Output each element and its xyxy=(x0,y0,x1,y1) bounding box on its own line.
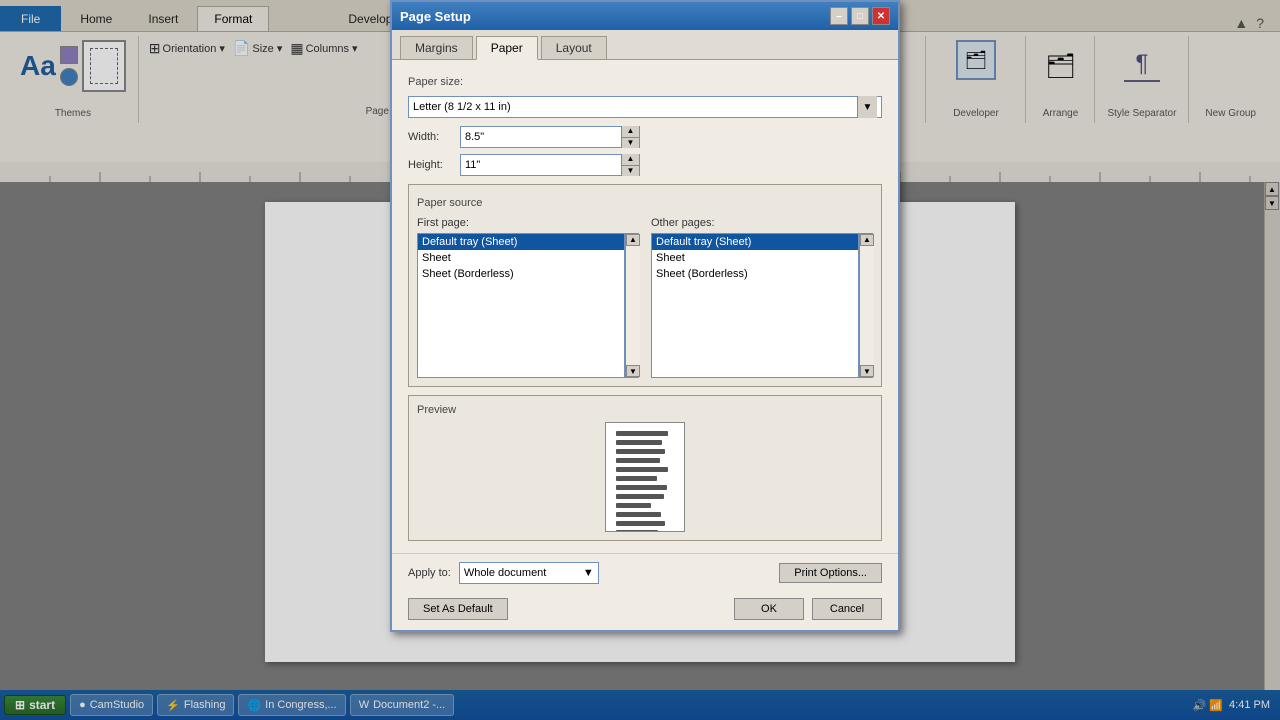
width-label: Width: xyxy=(408,131,452,143)
first-page-scroll-thumb xyxy=(626,246,640,365)
preview-line-11 xyxy=(616,521,665,526)
preview-line-12 xyxy=(616,530,658,532)
width-value[interactable]: 8.5" xyxy=(461,131,621,143)
dialog-title-buttons: – □ ✕ xyxy=(830,7,890,25)
tab-paper[interactable]: Paper xyxy=(476,36,538,60)
preview-page xyxy=(605,422,685,532)
first-page-item-1[interactable]: Sheet xyxy=(418,250,624,266)
preview-line-6 xyxy=(616,476,657,481)
width-spin-up[interactable]: ▲ xyxy=(622,126,639,138)
other-pages-label: Other pages: xyxy=(651,217,873,229)
first-page-label: First page: xyxy=(417,217,639,229)
preview-label: Preview xyxy=(417,404,873,416)
other-pages-scroll-down[interactable]: ▼ xyxy=(860,365,874,377)
first-page-item-2[interactable]: Sheet (Borderless) xyxy=(418,266,624,282)
height-spin-buttons: ▲ ▼ xyxy=(621,154,639,176)
dialog-title: Page Setup xyxy=(400,9,471,24)
first-page-col: First page: Default tray (Sheet) Sheet S… xyxy=(417,217,639,378)
ok-button[interactable]: OK xyxy=(734,598,804,620)
paper-source-section: Paper source First page: Default tray (S… xyxy=(408,184,882,387)
height-label: Height: xyxy=(408,159,452,171)
tab-margins[interactable]: Margins xyxy=(400,36,473,59)
dialog-tabs: Margins Paper Layout xyxy=(392,30,898,60)
other-pages-item-1[interactable]: Sheet xyxy=(652,250,858,266)
dialog-titlebar: Page Setup – □ ✕ xyxy=(392,2,898,30)
height-spin-up[interactable]: ▲ xyxy=(622,154,639,166)
height-row: Height: 11" ▲ ▼ xyxy=(408,154,882,176)
other-pages-list-container: Default tray (Sheet) Sheet Sheet (Border… xyxy=(651,233,873,378)
apply-to-select[interactable]: Whole document ▼ xyxy=(459,562,599,584)
preview-line-9 xyxy=(616,503,651,508)
first-page-scrollbar[interactable]: ▲ ▼ xyxy=(625,233,639,378)
height-value[interactable]: 11" xyxy=(461,159,621,171)
ok-cancel-row: OK Cancel xyxy=(734,598,882,620)
paper-size-value: Letter (8 1/2 x 11 in) xyxy=(413,101,511,113)
dialog-close-btn[interactable]: ✕ xyxy=(872,7,890,25)
height-spinner[interactable]: 11" ▲ ▼ xyxy=(460,154,640,176)
first-page-listbox[interactable]: Default tray (Sheet) Sheet Sheet (Border… xyxy=(417,233,625,378)
height-spin-down[interactable]: ▼ xyxy=(622,166,639,177)
dialog-maximize-btn[interactable]: □ xyxy=(851,7,869,25)
paper-size-select[interactable]: Letter (8 1/2 x 11 in) ▼ xyxy=(408,96,882,118)
other-pages-col: Other pages: Default tray (Sheet) Sheet … xyxy=(651,217,873,378)
other-pages-scroll-up[interactable]: ▲ xyxy=(860,234,874,246)
set-as-default-button[interactable]: Set As Default xyxy=(408,598,508,620)
preview-line-1 xyxy=(616,431,668,436)
other-pages-listbox[interactable]: Default tray (Sheet) Sheet Sheet (Border… xyxy=(651,233,859,378)
paper-size-row: Letter (8 1/2 x 11 in) ▼ xyxy=(408,96,882,118)
first-page-scroll-up[interactable]: ▲ xyxy=(626,234,640,246)
cancel-button[interactable]: Cancel xyxy=(812,598,882,620)
first-page-scroll-down[interactable]: ▼ xyxy=(626,365,640,377)
preview-line-8 xyxy=(616,494,664,499)
preview-line-7 xyxy=(616,485,667,490)
preview-line-4 xyxy=(616,458,660,463)
dialog-minimize-btn[interactable]: – xyxy=(830,7,848,25)
modal-overlay: Page Setup – □ ✕ Margins Paper Layout Pa… xyxy=(0,0,1280,720)
preview-line-2 xyxy=(616,440,662,445)
width-row: Width: 8.5" ▲ ▼ xyxy=(408,126,882,148)
width-spin-down[interactable]: ▼ xyxy=(622,138,639,149)
first-page-list-container: Default tray (Sheet) Sheet Sheet (Border… xyxy=(417,233,639,378)
other-pages-item-0[interactable]: Default tray (Sheet) xyxy=(652,234,858,250)
dialog-action-row: Set As Default OK Cancel xyxy=(392,592,898,630)
other-pages-scroll-thumb xyxy=(860,246,874,365)
other-pages-item-2[interactable]: Sheet (Borderless) xyxy=(652,266,858,282)
width-spinner[interactable]: 8.5" ▲ ▼ xyxy=(460,126,640,148)
tab-layout[interactable]: Layout xyxy=(541,36,607,59)
apply-to-value: Whole document xyxy=(464,567,547,579)
preview-section: Preview xyxy=(408,395,882,541)
first-page-item-0[interactable]: Default tray (Sheet) xyxy=(418,234,624,250)
preview-line-3 xyxy=(616,449,665,454)
apply-to-row: Apply to: Whole document ▼ xyxy=(408,562,599,584)
dialog-bottom: Apply to: Whole document ▼ Print Options… xyxy=(392,553,898,592)
print-options-button[interactable]: Print Options... xyxy=(779,563,882,583)
paper-size-dropdown-arrow[interactable]: ▼ xyxy=(857,96,877,118)
paper-source-label: Paper source xyxy=(417,197,873,209)
paper-size-section-label: Paper size: xyxy=(408,76,882,88)
width-spin-buttons: ▲ ▼ xyxy=(621,126,639,148)
apply-to-arrow[interactable]: ▼ xyxy=(583,567,594,579)
apply-to-label: Apply to: xyxy=(408,567,451,579)
preview-lines xyxy=(606,423,684,532)
preview-line-10 xyxy=(616,512,661,517)
dialog-content: Paper size: Letter (8 1/2 x 11 in) ▼ Wid… xyxy=(392,60,898,553)
page-setup-dialog: Page Setup – □ ✕ Margins Paper Layout Pa… xyxy=(390,0,900,632)
other-pages-scrollbar[interactable]: ▲ ▼ xyxy=(859,233,873,378)
source-columns: First page: Default tray (Sheet) Sheet S… xyxy=(417,217,873,378)
preview-line-5 xyxy=(616,467,668,472)
